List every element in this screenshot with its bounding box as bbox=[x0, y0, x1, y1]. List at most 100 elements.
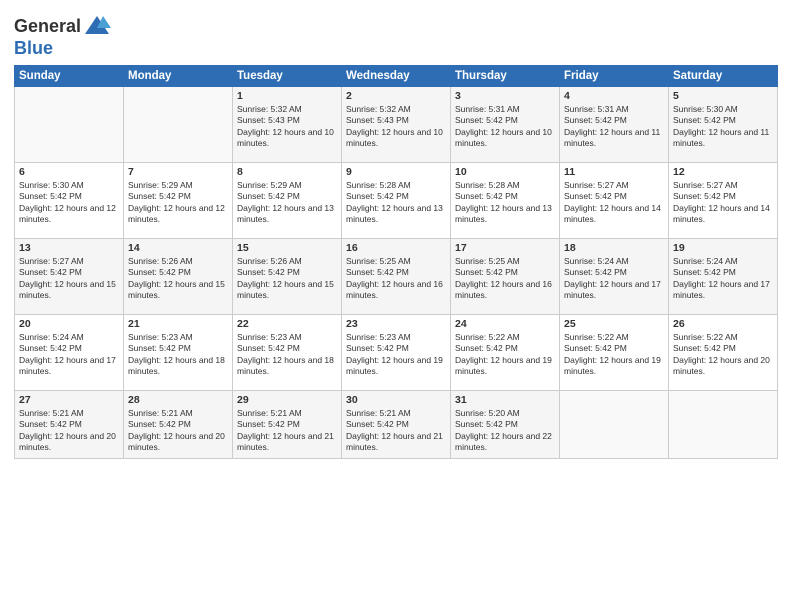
calendar-cell: 4Sunrise: 5:31 AM Sunset: 5:42 PM Daylig… bbox=[560, 87, 669, 163]
day-info: Sunrise: 5:31 AM Sunset: 5:42 PM Dayligh… bbox=[564, 104, 664, 150]
calendar-cell bbox=[560, 391, 669, 459]
day-number: 27 bbox=[19, 394, 119, 406]
day-number: 20 bbox=[19, 318, 119, 330]
day-info: Sunrise: 5:28 AM Sunset: 5:42 PM Dayligh… bbox=[455, 180, 555, 226]
calendar-cell: 14 Sunrise: 5:26 AM Sunset: 5:42 PM Dayli… bbox=[124, 239, 233, 315]
day-number: 11 bbox=[564, 166, 664, 178]
calendar-header-monday: Monday bbox=[124, 66, 233, 87]
day-info: Sunrise: 5:29 AM Sunset: 5:42 PM Dayligh… bbox=[237, 180, 337, 226]
calendar-cell: 19Sunrise: 5:24 AM Sunset: 5:42 PM Dayli… bbox=[669, 239, 778, 315]
day-number: 21 bbox=[128, 318, 228, 330]
day-number: 30 bbox=[346, 394, 446, 406]
day-info: Sunrise: 5:32 AM Sunset: 5:43 PM Dayligh… bbox=[237, 104, 337, 150]
day-number: 16 bbox=[346, 242, 446, 254]
day-info: Sunrise: 5:23 AM Sunset: 5:42 PM Dayligh… bbox=[128, 332, 228, 378]
calendar-cell: 30 Sunrise: 5:21 AM Sunset: 5:42 PM Dayli… bbox=[342, 391, 451, 459]
calendar-cell: 26 Sunrise: 5:22 AM Sunset: 5:42 PM Dayli… bbox=[669, 315, 778, 391]
day-number: 24 bbox=[455, 318, 555, 330]
calendar-header-sunday: Sunday bbox=[15, 66, 124, 87]
day-number: 17 bbox=[455, 242, 555, 254]
calendar-cell: 10 Sunrise: 5:28 AM Sunset: 5:42 PM Dayli… bbox=[451, 163, 560, 239]
day-info: Sunrise: 5:31 AM Sunset: 5:42 PM Dayligh… bbox=[455, 104, 555, 150]
calendar-cell: 17 Sunrise: 5:25 AM Sunset: 5:42 PM Dayli… bbox=[451, 239, 560, 315]
calendar-cell: 7 Sunrise: 5:29 AM Sunset: 5:42 PM Daylig… bbox=[124, 163, 233, 239]
day-info: Sunrise: 5:28 AM Sunset: 5:42 PM Dayligh… bbox=[346, 180, 446, 226]
day-info: Sunrise: 5:29 AM Sunset: 5:42 PM Dayligh… bbox=[128, 180, 228, 226]
calendar-header-friday: Friday bbox=[560, 66, 669, 87]
calendar-cell: 22 Sunrise: 5:23 AM Sunset: 5:42 PM Dayli… bbox=[233, 315, 342, 391]
calendar-cell: 2 Sunrise: 5:32 AM Sunset: 5:43 PM Daylig… bbox=[342, 87, 451, 163]
calendar-cell bbox=[669, 391, 778, 459]
day-number: 23 bbox=[346, 318, 446, 330]
day-info: Sunrise: 5:25 AM Sunset: 5:42 PM Dayligh… bbox=[455, 256, 555, 302]
day-info: Sunrise: 5:32 AM Sunset: 5:43 PM Dayligh… bbox=[346, 104, 446, 150]
calendar-cell: 11 Sunrise: 5:27 AM Sunset: 5:42 PM Dayli… bbox=[560, 163, 669, 239]
calendar-cell: 31 Sunrise: 5:20 AM Sunset: 5:42 PM Dayli… bbox=[451, 391, 560, 459]
calendar-header-thursday: Thursday bbox=[451, 66, 560, 87]
day-info: Sunrise: 5:23 AM Sunset: 5:42 PM Dayligh… bbox=[346, 332, 446, 378]
day-number: 25 bbox=[564, 318, 664, 330]
logo: General Blue bbox=[14, 14, 111, 59]
calendar-cell bbox=[15, 87, 124, 163]
day-info: Sunrise: 5:22 AM Sunset: 5:42 PM Dayligh… bbox=[455, 332, 555, 378]
calendar-cell: 20 Sunrise: 5:24 AM Sunset: 5:42 PM Dayli… bbox=[15, 315, 124, 391]
day-info: Sunrise: 5:24 AM Sunset: 5:42 PM Dayligh… bbox=[19, 332, 119, 378]
page: General Blue SundayMondayTuesdayWednesda… bbox=[0, 0, 792, 612]
day-number: 8 bbox=[237, 166, 337, 178]
day-info: Sunrise: 5:22 AM Sunset: 5:42 PM Dayligh… bbox=[673, 332, 773, 378]
logo-text: General bbox=[14, 17, 81, 37]
calendar-cell: 15Sunrise: 5:26 AM Sunset: 5:42 PM Dayli… bbox=[233, 239, 342, 315]
day-info: Sunrise: 5:22 AM Sunset: 5:42 PM Dayligh… bbox=[564, 332, 664, 378]
calendar-cell: 28Sunrise: 5:21 AM Sunset: 5:42 PM Dayli… bbox=[124, 391, 233, 459]
day-number: 22 bbox=[237, 318, 337, 330]
calendar-week-row: 13Sunrise: 5:27 AM Sunset: 5:42 PM Dayli… bbox=[15, 239, 778, 315]
calendar-cell: 29 Sunrise: 5:21 AM Sunset: 5:42 PM Dayli… bbox=[233, 391, 342, 459]
day-info: Sunrise: 5:26 AM Sunset: 5:42 PM Dayligh… bbox=[128, 256, 228, 302]
day-info: Sunrise: 5:21 AM Sunset: 5:42 PM Dayligh… bbox=[237, 408, 337, 454]
calendar-cell: 21 Sunrise: 5:23 AM Sunset: 5:42 PM Dayli… bbox=[124, 315, 233, 391]
day-number: 9 bbox=[346, 166, 446, 178]
calendar-cell: 6 Sunrise: 5:30 AM Sunset: 5:42 PM Daylig… bbox=[15, 163, 124, 239]
calendar-cell: 13Sunrise: 5:27 AM Sunset: 5:42 PM Dayli… bbox=[15, 239, 124, 315]
day-info: Sunrise: 5:27 AM Sunset: 5:42 PM Dayligh… bbox=[19, 256, 119, 302]
day-info: Sunrise: 5:20 AM Sunset: 5:42 PM Dayligh… bbox=[455, 408, 555, 454]
calendar-header-saturday: Saturday bbox=[669, 66, 778, 87]
calendar-cell: 27 Sunrise: 5:21 AM Sunset: 5:42 PM Dayli… bbox=[15, 391, 124, 459]
day-number: 29 bbox=[237, 394, 337, 406]
calendar-cell: 25 Sunrise: 5:22 AM Sunset: 5:42 PM Dayli… bbox=[560, 315, 669, 391]
day-number: 31 bbox=[455, 394, 555, 406]
day-info: Sunrise: 5:21 AM Sunset: 5:42 PM Dayligh… bbox=[19, 408, 119, 454]
day-number: 5 bbox=[673, 90, 773, 102]
calendar-cell: 8 Sunrise: 5:29 AM Sunset: 5:42 PM Daylig… bbox=[233, 163, 342, 239]
calendar-cell: 9 Sunrise: 5:28 AM Sunset: 5:42 PM Daylig… bbox=[342, 163, 451, 239]
logo-blue: Blue bbox=[14, 38, 53, 59]
day-number: 2 bbox=[346, 90, 446, 102]
day-info: Sunrise: 5:21 AM Sunset: 5:42 PM Dayligh… bbox=[346, 408, 446, 454]
calendar-week-row: 6 Sunrise: 5:30 AM Sunset: 5:42 PM Daylig… bbox=[15, 163, 778, 239]
calendar-cell: 12Sunrise: 5:27 AM Sunset: 5:42 PM Dayli… bbox=[669, 163, 778, 239]
day-info: Sunrise: 5:27 AM Sunset: 5:42 PM Dayligh… bbox=[564, 180, 664, 226]
day-number: 10 bbox=[455, 166, 555, 178]
calendar-week-row: 20 Sunrise: 5:24 AM Sunset: 5:42 PM Dayli… bbox=[15, 315, 778, 391]
calendar-header-row: SundayMondayTuesdayWednesdayThursdayFrid… bbox=[15, 66, 778, 87]
day-info: Sunrise: 5:24 AM Sunset: 5:42 PM Dayligh… bbox=[673, 256, 773, 302]
calendar-cell: 16Sunrise: 5:25 AM Sunset: 5:42 PM Dayli… bbox=[342, 239, 451, 315]
day-number: 14 bbox=[128, 242, 228, 254]
day-info: Sunrise: 5:23 AM Sunset: 5:42 PM Dayligh… bbox=[237, 332, 337, 378]
day-number: 6 bbox=[19, 166, 119, 178]
day-number: 12 bbox=[673, 166, 773, 178]
calendar-week-row: 1Sunrise: 5:32 AM Sunset: 5:43 PM Daylig… bbox=[15, 87, 778, 163]
calendar-cell: 5Sunrise: 5:30 AM Sunset: 5:42 PM Daylig… bbox=[669, 87, 778, 163]
calendar-header-wednesday: Wednesday bbox=[342, 66, 451, 87]
day-number: 26 bbox=[673, 318, 773, 330]
day-info: Sunrise: 5:26 AM Sunset: 5:42 PM Dayligh… bbox=[237, 256, 337, 302]
calendar-header-tuesday: Tuesday bbox=[233, 66, 342, 87]
day-info: Sunrise: 5:21 AM Sunset: 5:42 PM Dayligh… bbox=[128, 408, 228, 454]
calendar-cell: 24 Sunrise: 5:22 AM Sunset: 5:42 PM Dayli… bbox=[451, 315, 560, 391]
header: General Blue bbox=[14, 10, 778, 59]
calendar-cell bbox=[124, 87, 233, 163]
day-info: Sunrise: 5:30 AM Sunset: 5:42 PM Dayligh… bbox=[19, 180, 119, 226]
day-number: 7 bbox=[128, 166, 228, 178]
calendar-cell: 3Sunrise: 5:31 AM Sunset: 5:42 PM Daylig… bbox=[451, 87, 560, 163]
day-info: Sunrise: 5:24 AM Sunset: 5:42 PM Dayligh… bbox=[564, 256, 664, 302]
